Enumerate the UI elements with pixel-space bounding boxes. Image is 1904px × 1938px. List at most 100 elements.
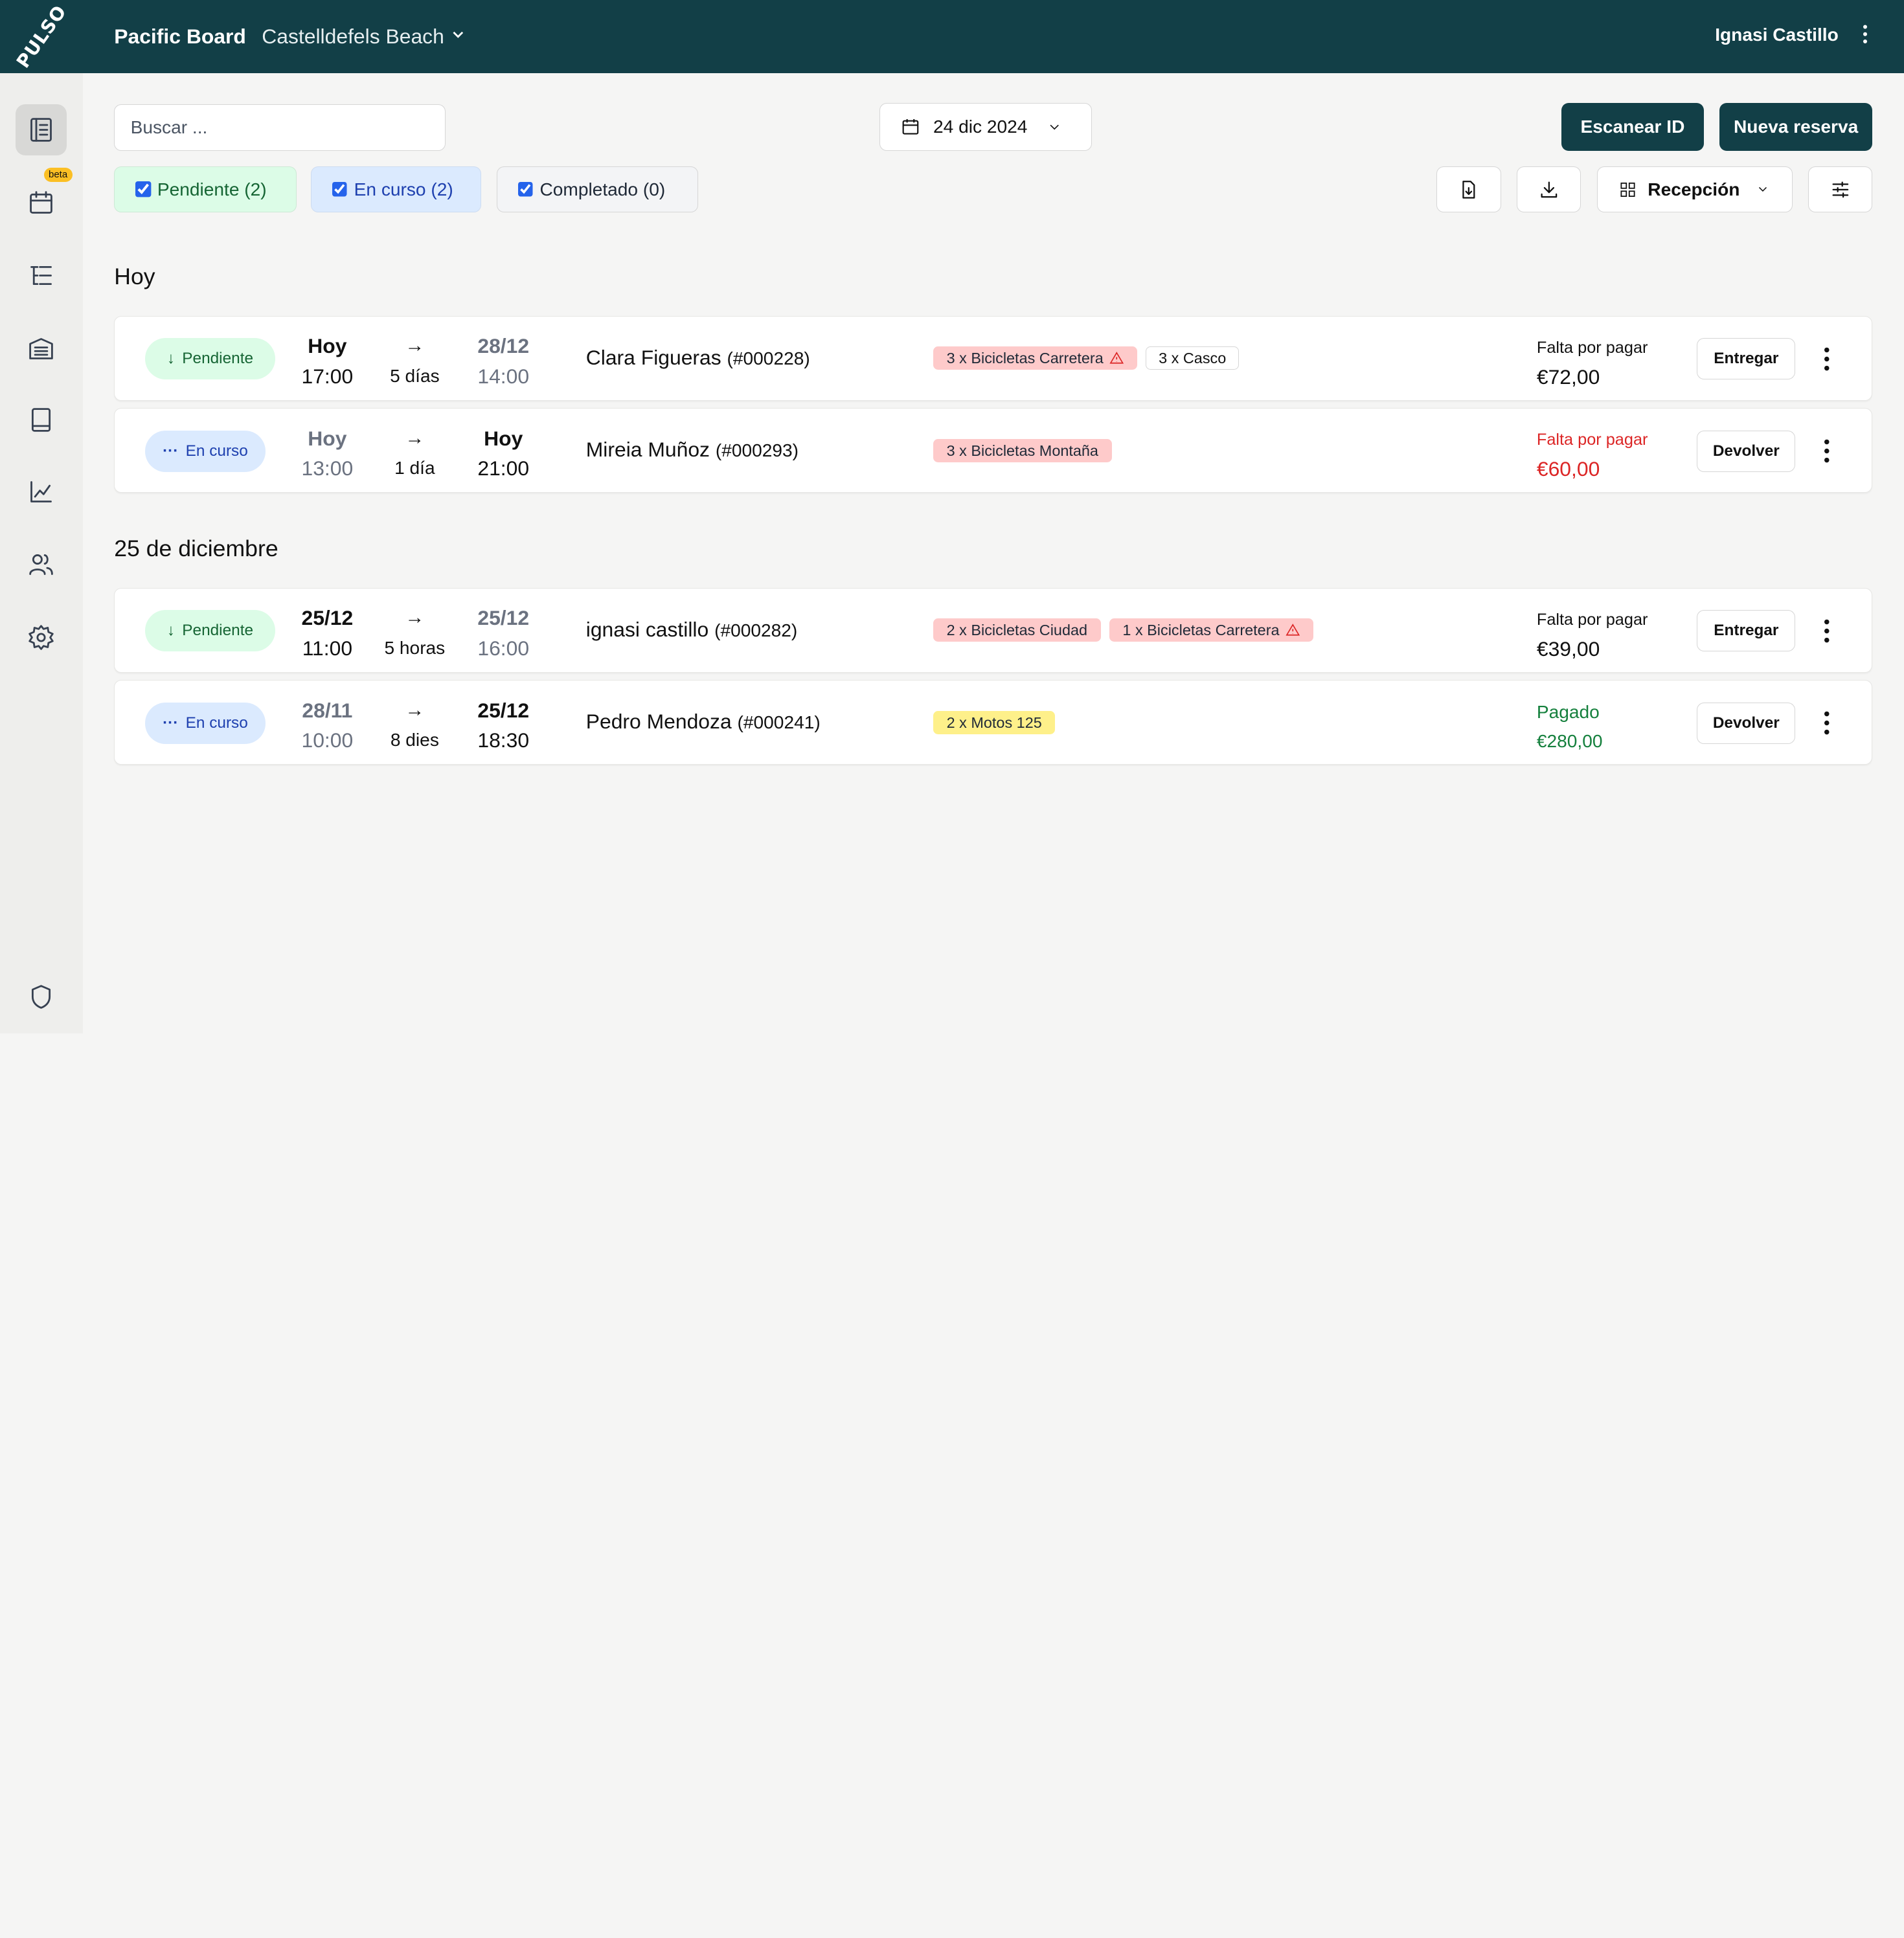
sidebar-item-analytics[interactable] xyxy=(16,466,67,517)
filter-completed-checkbox[interactable] xyxy=(517,181,534,197)
sidebar-item-calendar[interactable] xyxy=(16,177,67,229)
sidebar-item-book[interactable] xyxy=(16,394,67,445)
export-file-button[interactable] xyxy=(1436,166,1501,213)
arrow-right-icon: → xyxy=(405,699,425,721)
more-vertical-icon[interactable] xyxy=(1815,708,1839,738)
dots-horizontal-icon: ··· xyxy=(163,442,179,460)
end-time: 25/12 16:00 xyxy=(461,603,546,664)
status-label: En curso xyxy=(185,442,248,460)
start-day: Hoy xyxy=(308,334,347,357)
end-time: 28/12 14:00 xyxy=(461,331,546,392)
end-day: Hoy xyxy=(484,426,523,450)
more-vertical-icon[interactable] xyxy=(1815,616,1839,646)
sidebar: beta xyxy=(0,73,83,1033)
booking-id: (#000293) xyxy=(715,440,799,460)
more-vertical-icon[interactable] xyxy=(1815,436,1839,466)
end-time: 25/12 18:30 xyxy=(461,695,546,756)
date-picker[interactable]: 24 dic 2024 xyxy=(879,103,1092,151)
booking-row[interactable]: ··· En curso Hoy 13:00 → 1 día Hoy 21:00… xyxy=(114,408,1873,493)
duration: → 8 dies xyxy=(372,695,457,756)
booking-row[interactable]: ··· En curso 28/11 10:00 → 8 dies 25/12 … xyxy=(114,680,1873,765)
payment-amount: €60,00 xyxy=(1536,457,1600,481)
start-day: 28/11 xyxy=(302,698,353,722)
calendar-icon xyxy=(30,190,53,214)
chart-icon xyxy=(30,480,52,502)
arrow-down-icon: ↓ xyxy=(166,622,176,640)
new-booking-button[interactable]: Nueva reserva xyxy=(1719,103,1873,151)
filter-completed[interactable]: Completado (0) xyxy=(496,166,699,213)
booking-row[interactable]: ↓ Pendiente 25/12 11:00 → 5 horas 25/12 … xyxy=(114,587,1873,673)
customer-name: ignasi castillo xyxy=(585,617,709,641)
item-tag-label: 2 x Bicicletas Ciudad xyxy=(946,622,1088,639)
payment-amount: €72,00 xyxy=(1536,365,1600,389)
item-tag: 2 x Bicicletas Ciudad xyxy=(933,618,1101,642)
view-selector[interactable]: Recepción xyxy=(1596,166,1793,213)
beta-badge: beta xyxy=(43,167,73,183)
sidebar-item-inventory[interactable] xyxy=(16,323,67,374)
start-day: Hoy xyxy=(308,426,347,450)
sidebar-item-bookings[interactable] xyxy=(16,104,67,155)
sidebar-item-users[interactable] xyxy=(16,539,67,591)
deliver-button[interactable]: Entregar xyxy=(1697,338,1796,379)
download-icon xyxy=(1541,181,1557,197)
booking-row[interactable]: ↓ Pendiente Hoy 17:00 → 5 días 28/12 14:… xyxy=(114,315,1873,401)
location-selector[interactable]: Castelldefels Beach xyxy=(262,25,464,49)
inventory-icon xyxy=(29,337,54,359)
payment-label: Pagado xyxy=(1536,702,1600,723)
arrow-down-icon: ↓ xyxy=(166,350,176,368)
payment-status: Falta por pagar €39,00 xyxy=(1537,605,1648,664)
status-label: En curso xyxy=(185,714,248,732)
duration: → 1 día xyxy=(372,423,457,484)
item-tag-label: 2 x Motos 125 xyxy=(946,714,1042,731)
start-time: Hoy 13:00 xyxy=(285,423,370,484)
more-vertical-icon[interactable] xyxy=(1815,344,1839,374)
end-time: Hoy 21:00 xyxy=(461,423,546,484)
items-list: 2 x Bicicletas Ciudad 1 x Bicicletas Car… xyxy=(933,618,1314,642)
filter-pending-checkbox[interactable] xyxy=(135,181,152,197)
filter-in-progress-checkbox[interactable] xyxy=(332,181,348,197)
customer[interactable]: Pedro Mendoza (#000241) xyxy=(586,710,821,734)
users-icon xyxy=(29,554,54,576)
top-bar: PULSO Pacific Board Castelldefels Beach … xyxy=(0,0,1904,73)
end-day: 25/12 xyxy=(477,698,530,722)
user-name[interactable]: Ignasi Castillo xyxy=(1715,25,1839,45)
duration: → 5 horas xyxy=(372,603,457,664)
filter-completed-label: Completado (0) xyxy=(539,179,666,199)
warning-icon xyxy=(1286,624,1300,636)
deliver-button[interactable]: Entregar xyxy=(1697,610,1796,651)
payment-amount: €39,00 xyxy=(1536,637,1600,660)
grid-icon xyxy=(1620,182,1635,197)
adjustments-button[interactable] xyxy=(1808,166,1873,213)
payment-status: Falta por pagar €60,00 xyxy=(1537,425,1648,484)
section-title: 25 de diciembre xyxy=(114,535,278,561)
more-vertical-icon[interactable] xyxy=(1855,22,1875,53)
sidebar-item-settings[interactable] xyxy=(16,612,67,663)
logo[interactable]: PULSO xyxy=(0,0,83,73)
search-input[interactable] xyxy=(114,104,446,151)
duration-label: 8 dies xyxy=(390,730,439,750)
gear-icon xyxy=(28,625,54,650)
filter-pending[interactable]: Pendiente (2) xyxy=(114,166,297,213)
download-button[interactable] xyxy=(1516,166,1581,213)
start-hour: 13:00 xyxy=(301,456,354,480)
return-button[interactable]: Devolver xyxy=(1697,702,1796,744)
status-label: Pendiente xyxy=(182,622,254,640)
customer[interactable]: Clara Figueras (#000228) xyxy=(586,346,810,370)
scan-id-button[interactable]: Escanear ID xyxy=(1561,103,1704,151)
item-tag: 1 x Bicicletas Carretera xyxy=(1109,618,1314,642)
payment-status: Pagado €280,00 xyxy=(1537,697,1603,756)
return-button[interactable]: Devolver xyxy=(1697,430,1796,472)
sidebar-item-security[interactable] xyxy=(16,971,67,1022)
sliders-icon xyxy=(1832,181,1848,197)
status-badge: ↓ Pendiente xyxy=(145,338,275,379)
booking-id: (#000282) xyxy=(714,620,798,640)
item-tag: 2 x Motos 125 xyxy=(933,710,1056,734)
sidebar-item-list[interactable] xyxy=(16,250,67,301)
duration-label: 1 día xyxy=(394,458,435,479)
customer[interactable]: ignasi castillo (#000282) xyxy=(586,618,798,642)
chevron-down-icon xyxy=(451,28,465,45)
status-label: Pendiente xyxy=(182,350,254,368)
payment-status: Falta por pagar €72,00 xyxy=(1537,333,1648,392)
customer[interactable]: Mireia Muñoz (#000293) xyxy=(586,438,799,462)
filter-in-progress[interactable]: En curso (2) xyxy=(311,166,481,213)
